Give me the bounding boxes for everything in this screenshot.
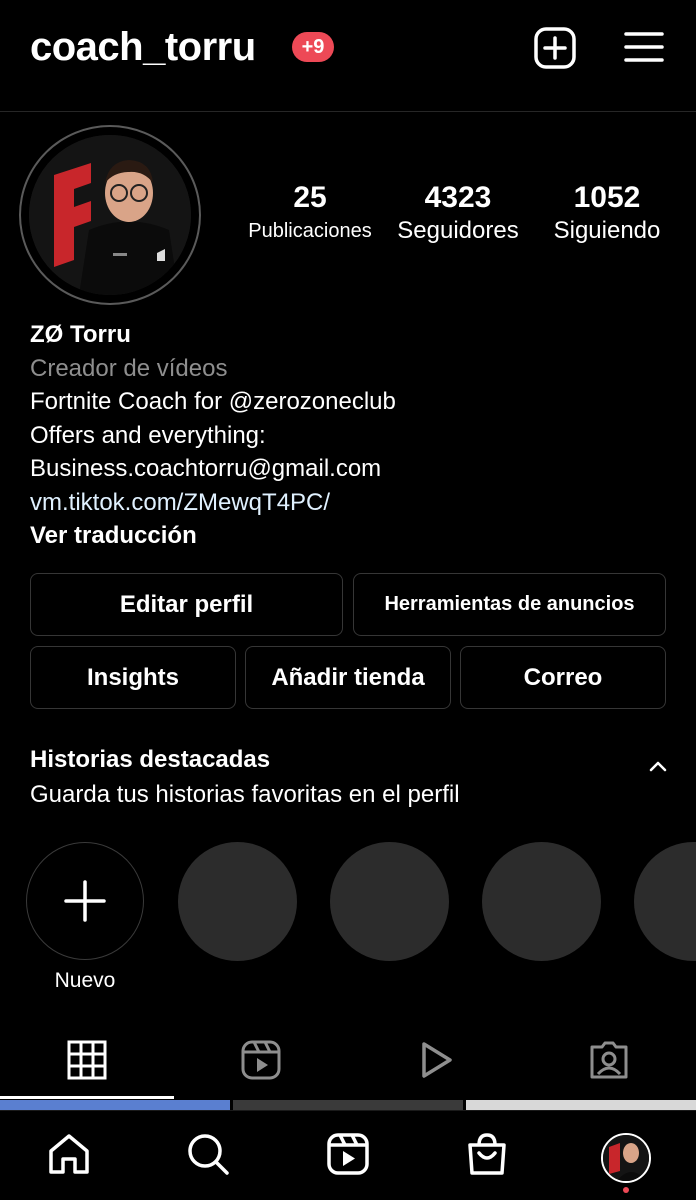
post-grid-preview xyxy=(0,1100,696,1110)
bio-section: ZØ Torru Creador de vídeos Fortnite Coac… xyxy=(30,318,670,553)
grid-icon xyxy=(67,1040,107,1080)
followers-count: 4323 xyxy=(424,181,492,214)
tab-reels[interactable] xyxy=(174,1020,348,1100)
new-post-button[interactable] xyxy=(533,26,577,70)
username-title[interactable]: coach_torru xyxy=(30,24,256,70)
bottom-nav xyxy=(0,1110,696,1200)
posts-label: Publicaciones xyxy=(248,220,372,242)
bio-link[interactable]: vm.tiktok.com/ZMewqT4PC/ xyxy=(30,486,670,520)
reels-icon xyxy=(327,1133,369,1175)
post-thumbnail[interactable] xyxy=(466,1100,696,1110)
post-thumbnail[interactable] xyxy=(233,1100,463,1110)
tab-posts-grid[interactable] xyxy=(0,1020,174,1100)
following-count: 1052 xyxy=(573,181,641,214)
avatar-photo xyxy=(29,135,191,295)
menu-button[interactable] xyxy=(622,26,666,70)
add-shop-button[interactable]: Añadir tienda xyxy=(245,646,451,709)
following-label: Siguiendo xyxy=(553,217,661,244)
nav-shop-button[interactable] xyxy=(464,1131,510,1177)
tab-videos[interactable] xyxy=(348,1020,522,1100)
highlight-placeholder xyxy=(330,842,449,961)
notification-badge[interactable]: +9 xyxy=(292,32,334,62)
insights-button[interactable]: Insights xyxy=(30,646,236,709)
highlights-title: Historias destacadas xyxy=(30,746,271,773)
highlights-subtitle: Guarda tus historias favoritas en el per… xyxy=(30,781,460,808)
highlight-placeholder xyxy=(634,842,696,961)
see-translation-link[interactable]: Ver traducción xyxy=(30,519,670,553)
post-thumbnail[interactable] xyxy=(0,1100,230,1110)
new-highlight-label: Nuevo xyxy=(54,969,116,992)
nav-reels-button[interactable] xyxy=(325,1131,371,1177)
stat-following[interactable]: 1052 Siguiendo xyxy=(542,180,672,246)
shop-bag-icon xyxy=(468,1133,506,1175)
new-highlight-button[interactable] xyxy=(26,842,144,960)
hamburger-menu-icon xyxy=(624,32,664,62)
nav-home-button[interactable] xyxy=(46,1131,92,1177)
stat-posts[interactable]: 25 Publicaciones xyxy=(240,180,380,246)
ad-tools-button[interactable]: Herramientas de anuncios xyxy=(353,573,666,636)
display-name: ZØ Torru xyxy=(30,321,131,348)
profile-screen: coach_torru +9 25 Publicaciones 4323 Seg… xyxy=(0,0,696,1200)
profile-avatar-icon xyxy=(603,1135,649,1181)
chevron-up-icon[interactable] xyxy=(646,754,670,778)
tagged-person-icon xyxy=(590,1041,628,1079)
followers-label: Seguidores xyxy=(397,217,519,244)
bio-email: Business.coachtorru@gmail.com xyxy=(30,455,382,482)
bio-line: Offers and everything: xyxy=(30,421,266,449)
stat-followers[interactable]: 4323 Seguidores xyxy=(384,180,532,246)
content-tabs xyxy=(0,1020,696,1100)
plus-icon xyxy=(64,880,106,922)
video-play-icon xyxy=(422,1042,452,1078)
category-label: Creador de vídeos xyxy=(30,354,228,382)
nav-profile-button[interactable] xyxy=(601,1133,651,1183)
posts-count: 25 xyxy=(293,181,327,214)
tab-tagged[interactable] xyxy=(522,1020,696,1100)
email-button[interactable]: Correo xyxy=(460,646,666,709)
search-icon xyxy=(188,1134,229,1175)
profile-avatar[interactable] xyxy=(19,125,201,305)
reels-icon xyxy=(241,1040,281,1080)
home-icon xyxy=(49,1134,89,1174)
active-tab-indicator xyxy=(0,1096,174,1099)
activity-dot xyxy=(623,1187,629,1193)
bio-line: Fortnite Coach for @zerozoneclub xyxy=(30,388,396,415)
edit-profile-button[interactable]: Editar perfil xyxy=(30,573,343,636)
highlight-placeholder xyxy=(482,842,601,961)
highlight-placeholder xyxy=(178,842,297,961)
plus-square-icon xyxy=(534,27,576,69)
top-bar: coach_torru +9 xyxy=(0,0,696,112)
nav-search-button[interactable] xyxy=(185,1131,231,1177)
